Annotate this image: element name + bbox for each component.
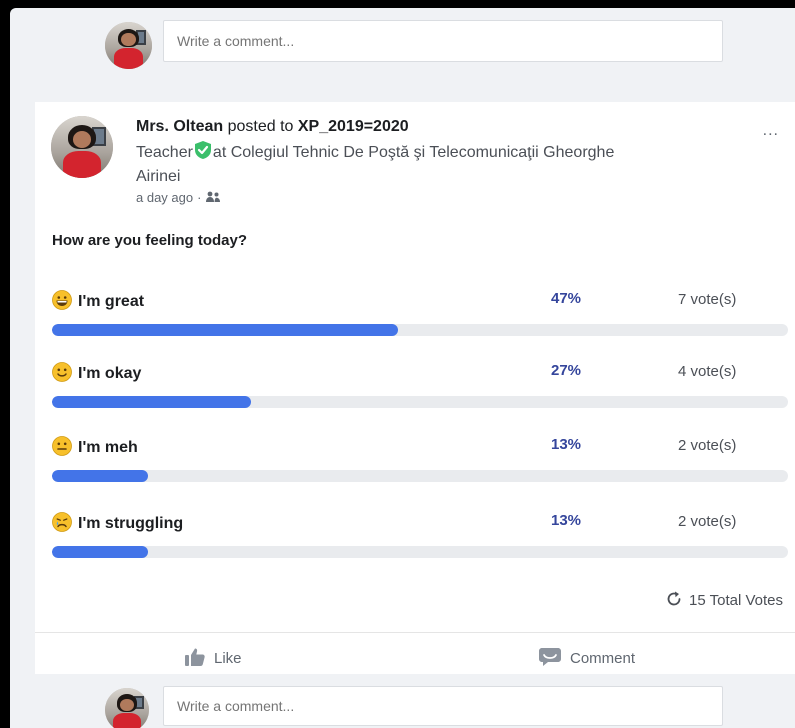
comment-bubble-icon bbox=[539, 648, 561, 666]
post-header: Mrs. Oltean posted to XP_2019=2020 bbox=[136, 118, 409, 136]
total-votes[interactable]: 15 Total Votes bbox=[665, 590, 783, 609]
comment-button[interactable]: Comment bbox=[538, 647, 635, 667]
verified-shield-icon bbox=[194, 141, 211, 159]
option-label: I'm great bbox=[52, 290, 144, 311]
crying-face-icon bbox=[52, 512, 72, 532]
option-label-text: I'm great bbox=[78, 293, 145, 310]
option-label: I'm okay bbox=[52, 362, 141, 383]
option-votes[interactable]: 7 vote(s) bbox=[678, 291, 736, 308]
option-bar-fill bbox=[52, 546, 148, 558]
option-bar-track bbox=[52, 396, 788, 408]
user-avatar[interactable] bbox=[105, 22, 152, 69]
thumbs-up-icon bbox=[185, 648, 205, 666]
slightly-smiling-face-icon bbox=[52, 362, 72, 382]
option-label: I'm struggling bbox=[52, 512, 183, 533]
option-percent: 27% bbox=[551, 362, 582, 379]
post-timestamp[interactable]: a day ago bbox=[136, 190, 193, 205]
poll-option-okay[interactable]: I'm okay 27% 4 vote(s) bbox=[35, 362, 795, 434]
option-percent: 13% bbox=[551, 512, 582, 529]
option-bar-track bbox=[52, 324, 788, 336]
group-name-link[interactable]: XP_2019=2020 bbox=[298, 118, 409, 135]
option-votes[interactable]: 2 vote(s) bbox=[678, 513, 736, 530]
author-avatar[interactable] bbox=[51, 116, 113, 178]
author-name[interactable]: Mrs. Oltean bbox=[136, 118, 223, 135]
user-avatar[interactable] bbox=[105, 688, 149, 728]
comment-label: Comment bbox=[570, 650, 636, 667]
posted-to-text: posted to bbox=[227, 118, 294, 135]
meta-separator: · bbox=[197, 190, 202, 205]
top-comment-bar bbox=[35, 8, 795, 88]
option-bar-fill bbox=[52, 470, 148, 482]
poll-post-card: Mrs. Oltean posted to XP_2019=2020 Teach… bbox=[35, 102, 795, 678]
option-votes[interactable]: 4 vote(s) bbox=[678, 363, 736, 380]
poll-option-struggling[interactable]: I'm struggling 13% 2 vote(s) bbox=[35, 512, 795, 584]
bottom-comment-input[interactable] bbox=[163, 686, 723, 726]
grinning-face-icon bbox=[52, 290, 72, 310]
like-button[interactable]: Like bbox=[184, 647, 242, 667]
total-votes-text: 15 Total Votes bbox=[689, 592, 783, 609]
option-bar-track bbox=[52, 546, 788, 558]
feed-page: Mrs. Oltean posted to XP_2019=2020 Teach… bbox=[10, 8, 795, 728]
bottom-comment-bar bbox=[35, 674, 795, 728]
poll-option-great[interactable]: I'm great 47% 7 vote(s) bbox=[35, 290, 795, 362]
poll-question: How are you feeling today? bbox=[52, 232, 248, 249]
teacher-label: Teacher bbox=[136, 144, 193, 161]
option-label-text: I'm struggling bbox=[78, 515, 184, 532]
option-percent: 47% bbox=[551, 290, 582, 307]
option-bar-fill bbox=[52, 324, 398, 336]
option-label-text: I'm meh bbox=[78, 439, 138, 456]
post-actions: Like Comment bbox=[35, 632, 795, 678]
more-options-button[interactable]: ... bbox=[763, 122, 779, 140]
audience-people-icon bbox=[206, 191, 221, 202]
neutral-face-icon bbox=[52, 436, 72, 456]
option-label-text: I'm okay bbox=[78, 365, 142, 382]
top-comment-input[interactable] bbox=[163, 20, 723, 62]
refresh-icon bbox=[667, 591, 681, 606]
poll-option-meh[interactable]: I'm meh 13% 2 vote(s) bbox=[35, 436, 795, 508]
option-label: I'm meh bbox=[52, 436, 138, 457]
post-meta: a day ago · bbox=[136, 190, 221, 205]
option-bar-track bbox=[52, 470, 788, 482]
option-votes[interactable]: 2 vote(s) bbox=[678, 437, 736, 454]
like-label: Like bbox=[214, 650, 242, 667]
author-role: Teacher at Colegiul Tehnic De Poştă şi Te… bbox=[136, 140, 656, 189]
option-percent: 13% bbox=[551, 436, 582, 453]
option-bar-fill bbox=[52, 396, 251, 408]
